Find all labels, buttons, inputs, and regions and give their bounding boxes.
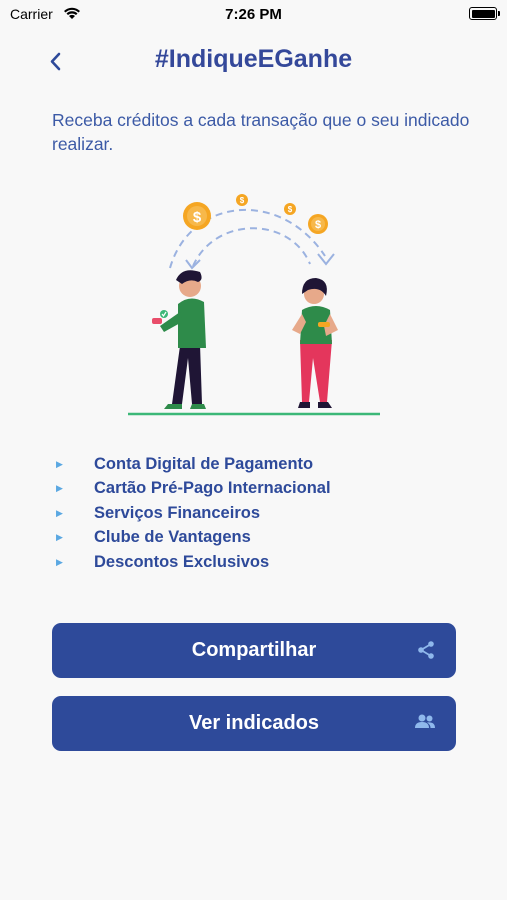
list-item: ▶ Descontos Exclusivos bbox=[56, 550, 331, 575]
share-button-label: Compartilhar bbox=[191, 639, 317, 661]
share-icon bbox=[418, 641, 434, 659]
woman-figure bbox=[292, 278, 338, 408]
bullet-icon: ▶ bbox=[56, 507, 63, 518]
coin-icon: $ bbox=[183, 202, 211, 230]
battery-icon bbox=[469, 7, 500, 20]
benefit-label: Descontos Exclusivos bbox=[94, 552, 270, 571]
bullet-icon: ▶ bbox=[56, 458, 63, 469]
benefit-label: Cartão Pré-Pago Internacional bbox=[94, 479, 331, 498]
svg-text:$: $ bbox=[288, 205, 293, 214]
page-title: #IndiqueEGanhe bbox=[154, 45, 353, 73]
list-item: ▶ Clube de Vantagens bbox=[56, 526, 331, 551]
coin-icon: $ bbox=[308, 214, 328, 234]
benefits-list: ▶ Conta Digital de Pagamento ▶ Cartão Pr… bbox=[56, 452, 331, 575]
benefit-label: Conta Digital de Pagamento bbox=[94, 454, 314, 473]
man-figure bbox=[152, 270, 206, 409]
benefit-label: Serviços Financeiros bbox=[94, 503, 260, 522]
list-item: ▶ Cartão Pré-Pago Internacional bbox=[56, 477, 331, 502]
list-item: ▶ Serviços Financeiros bbox=[56, 501, 331, 526]
status-bar: Carrier 7:26 PM bbox=[0, 0, 507, 28]
benefit-label: Clube de Vantagens bbox=[94, 528, 251, 547]
bullet-icon: ▶ bbox=[56, 556, 63, 567]
bullet-icon: ▶ bbox=[56, 483, 63, 494]
svg-text:$: $ bbox=[315, 219, 321, 231]
view-referrals-button[interactable]: Ver indicados bbox=[52, 696, 456, 751]
coin-icon: $ bbox=[284, 203, 296, 215]
description-text: Receba créditos a cada transação que o s… bbox=[52, 110, 470, 154]
nav-bar: #IndiqueEGanhe bbox=[0, 40, 507, 84]
bullet-icon: ▶ bbox=[56, 532, 63, 543]
coin-icon: $ bbox=[236, 194, 248, 206]
view-referrals-button-label: Ver indicados bbox=[188, 712, 320, 734]
svg-text:$: $ bbox=[240, 196, 245, 205]
people-icon bbox=[415, 714, 435, 728]
share-button[interactable]: Compartilhar bbox=[52, 623, 456, 678]
list-item: ▶ Conta Digital de Pagamento bbox=[56, 452, 331, 477]
svg-text:$: $ bbox=[193, 209, 202, 226]
status-time: 7:26 PM bbox=[225, 6, 282, 23]
referral-illustration: $ $ $ $ bbox=[128, 194, 380, 416]
